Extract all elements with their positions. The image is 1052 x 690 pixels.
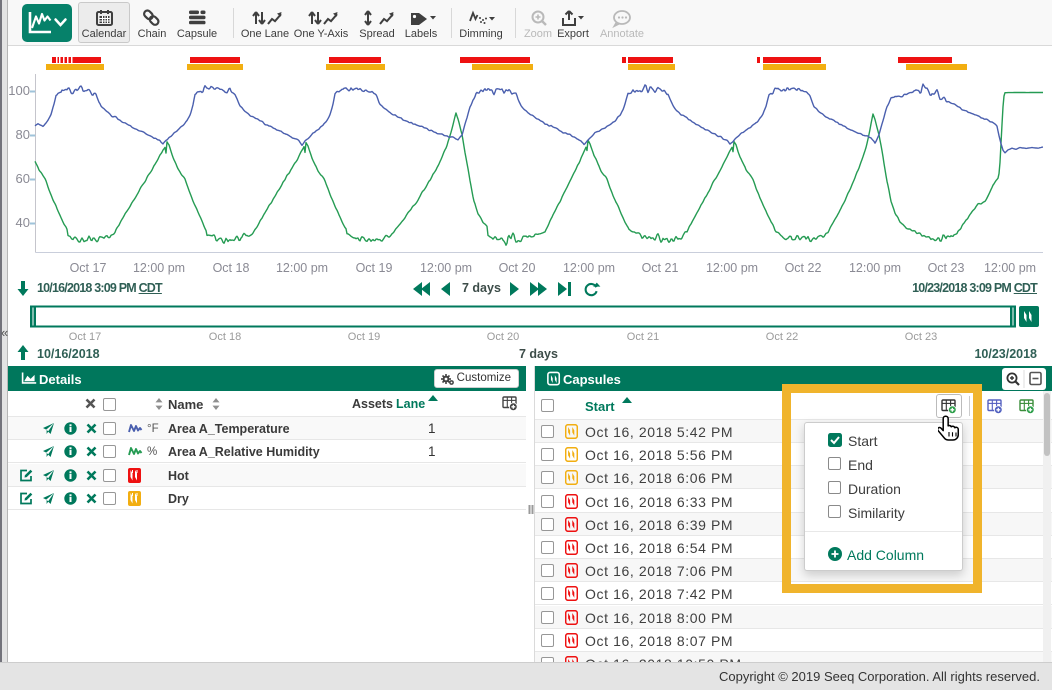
svg-text:Oct 22: Oct 22 [766, 331, 798, 343]
svg-text:Oct 17: Oct 17 [69, 331, 101, 343]
svg-text:Oct 21: Oct 21 [627, 331, 659, 343]
svg-text:80: 80 [16, 127, 30, 142]
svg-text:Oct 19: Oct 19 [348, 331, 380, 343]
svg-text:40: 40 [16, 215, 30, 230]
svg-text:Oct 23: Oct 23 [905, 331, 937, 343]
svg-text:12:00 pm: 12:00 pm [984, 261, 1036, 275]
svg-text:Oct 17: Oct 17 [70, 261, 107, 275]
svg-text:12:00 pm: 12:00 pm [706, 261, 758, 275]
svg-text:12:00 pm: 12:00 pm [420, 261, 472, 275]
svg-text:12:00 pm: 12:00 pm [849, 261, 901, 275]
svg-text:Oct 20: Oct 20 [487, 331, 519, 343]
svg-text:100: 100 [8, 83, 30, 98]
svg-text:Oct 23: Oct 23 [928, 261, 965, 275]
svg-text:Oct 18: Oct 18 [209, 331, 241, 343]
svg-text:Oct 20: Oct 20 [499, 261, 536, 275]
svg-text:60: 60 [16, 171, 30, 186]
svg-text:12:00 pm: 12:00 pm [276, 261, 328, 275]
svg-text:Oct 22: Oct 22 [785, 261, 822, 275]
svg-text:12:00 pm: 12:00 pm [563, 261, 615, 275]
svg-text:Oct 18: Oct 18 [213, 261, 250, 275]
svg-text:Oct 21: Oct 21 [642, 261, 679, 275]
svg-text:12:00 pm: 12:00 pm [133, 261, 185, 275]
svg-text:Oct 19: Oct 19 [356, 261, 393, 275]
